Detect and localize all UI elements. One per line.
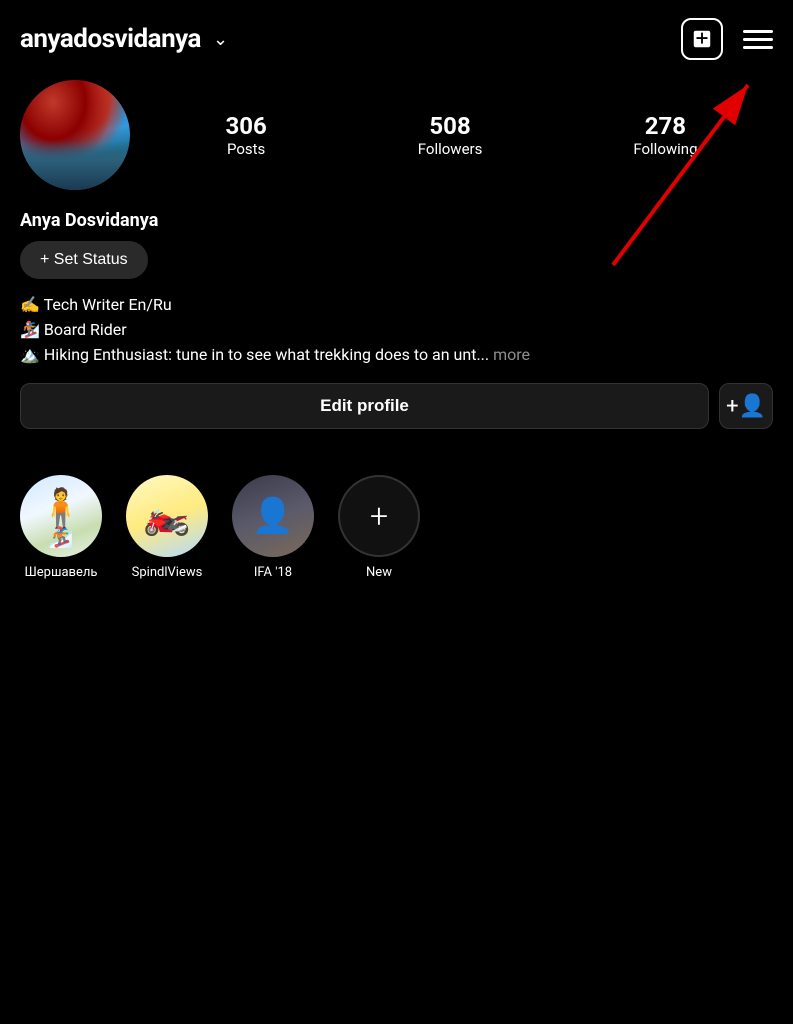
highlight-label-2: SpindlViews: [132, 565, 203, 580]
bio-more-link[interactable]: more: [493, 345, 530, 364]
highlight-new-circle: +: [338, 475, 420, 557]
following-count: 278: [645, 112, 686, 141]
bio-section: ✍️ Tech Writer En/Ru 🏂 Board Rider 🏔️ Hi…: [20, 293, 773, 367]
add-friend-icon: +👤: [726, 394, 766, 419]
profile-section: 306 Posts 508 Followers 278 Following An…: [0, 72, 793, 465]
followers-label: Followers: [418, 140, 483, 158]
plus-square-icon: [691, 28, 713, 50]
bio-line-2: 🏂 Board Rider: [20, 318, 773, 343]
followers-stat[interactable]: 508 Followers: [418, 112, 483, 159]
highlight-item[interactable]: 👤 IFA '18: [232, 475, 314, 580]
menu-line-3: [743, 46, 773, 49]
menu-button[interactable]: [743, 30, 773, 49]
highlight-new-item[interactable]: + New: [338, 475, 420, 580]
display-name: Anya Dosvidanya: [20, 210, 773, 231]
highlight-thumbnail-3: 👤: [232, 475, 314, 557]
bio-line-3: 🏔️ Hiking Enthusiast: tune in to see wha…: [20, 343, 773, 368]
add-friend-button[interactable]: +👤: [719, 383, 773, 429]
edit-profile-button[interactable]: Edit profile: [20, 383, 709, 429]
add-post-button[interactable]: [681, 18, 723, 60]
new-plus-icon: +: [370, 500, 388, 532]
action-row: Edit profile +👤: [20, 383, 773, 429]
chevron-down-icon[interactable]: ⌄: [213, 29, 228, 50]
highlight-circle-3: 👤: [232, 475, 314, 557]
highlight-thumbnail-2: 🏍️: [126, 475, 208, 557]
stats-row: 306 Posts 508 Followers 278 Following: [150, 112, 773, 159]
highlight-label-3: IFA '18: [254, 565, 292, 580]
header-left: anyadosvidanya ⌄: [20, 24, 228, 54]
posts-label: Posts: [227, 140, 265, 158]
menu-line-2: [743, 38, 773, 41]
highlight-item[interactable]: 🧍 Шершавель: [20, 475, 102, 580]
highlight-label-1: Шершавель: [25, 565, 98, 580]
app-header: anyadosvidanya ⌄: [0, 0, 793, 72]
highlight-item[interactable]: 🏍️ SpindlViews: [126, 475, 208, 580]
set-status-button[interactable]: + Set Status: [20, 241, 148, 279]
profile-top-row: 306 Posts 508 Followers 278 Following: [20, 80, 773, 190]
header-right: [681, 18, 773, 60]
highlight-thumbnail-1: 🧍: [20, 475, 102, 557]
highlights-row: 🧍 Шершавель 🏍️ SpindlViews 👤 IFA '18: [0, 465, 793, 580]
menu-line-1: [743, 30, 773, 33]
highlight-circle-2: 🏍️: [126, 475, 208, 557]
highlight-circle-1: 🧍: [20, 475, 102, 557]
followers-count: 508: [429, 112, 470, 141]
highlight-new-label: New: [366, 565, 392, 580]
bio-line-1: ✍️ Tech Writer En/Ru: [20, 293, 773, 318]
posts-count: 306: [225, 112, 266, 141]
avatar-image: [20, 80, 130, 190]
posts-stat[interactable]: 306 Posts: [225, 112, 266, 159]
avatar[interactable]: [20, 80, 130, 190]
following-stat[interactable]: 278 Following: [633, 112, 697, 159]
following-label: Following: [633, 140, 697, 158]
username-label[interactable]: anyadosvidanya: [20, 24, 201, 54]
